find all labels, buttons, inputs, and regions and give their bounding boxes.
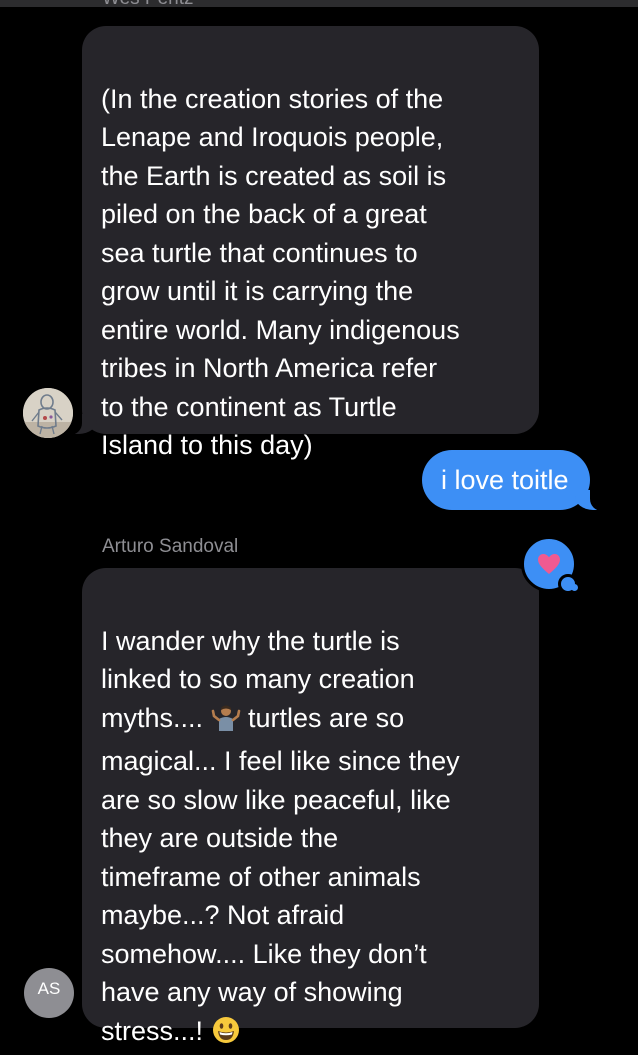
sender-name-top: Wes Pentz	[102, 0, 194, 10]
avatar-photo-image	[23, 388, 73, 438]
sender-avatar-initials[interactable]: AS	[24, 968, 74, 1018]
sender-avatar-photo[interactable]	[23, 388, 73, 438]
top-scroll-edge	[0, 0, 638, 7]
sender-name-arturo: Arturo Sandoval	[102, 536, 238, 558]
incoming-message-bubble[interactable]: I wander why the turtle is linked to so …	[82, 568, 539, 1028]
avatar-initials: AS	[38, 979, 61, 998]
person-shrugging-emoji-icon	[211, 702, 241, 743]
message-text: i love toitle	[441, 465, 569, 495]
message-text-part: turtles are so magical... I feel like si…	[101, 703, 460, 1046]
message-text: (In the creation stories of the Lenape a…	[101, 84, 460, 461]
tapback-tail-dot	[571, 584, 578, 591]
heart-icon	[537, 553, 561, 575]
grinning-face-emoji-icon	[211, 1015, 241, 1055]
incoming-message-bubble[interactable]: (In the creation stories of the Lenape a…	[82, 26, 539, 434]
outgoing-message-bubble[interactable]: i love toitle	[422, 450, 590, 510]
